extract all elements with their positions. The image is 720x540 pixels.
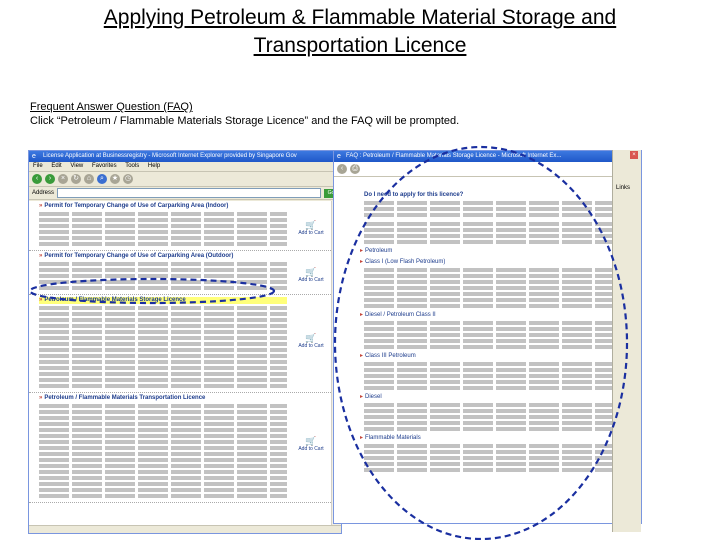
license-list: » Permit for Temporary Change of Use of C…: [29, 201, 331, 525]
back-icon[interactable]: ‹: [337, 164, 347, 174]
cart-icon: 🛒: [305, 267, 317, 278]
slide-title-line1: Applying Petroleum & Flammable Material …: [103, 6, 617, 29]
popup-titlebar: e FAQ : Petroleum / Flammable Materials …: [334, 151, 641, 162]
faq-question: Do I need to apply for this licence?: [364, 192, 464, 198]
refresh-icon[interactable]: ↻: [71, 174, 81, 184]
permit-item: » Permit for Temporary Change of Use of C…: [29, 201, 331, 251]
triangle-icon: ▸: [360, 248, 364, 254]
ie-icon: e: [337, 153, 341, 160]
faq-popup-window: e FAQ : Petroleum / Flammable Materials …: [333, 150, 642, 524]
faq-content: Do I need to apply for this licence? ▸ Pe…: [334, 189, 624, 519]
ie-icon: e: [32, 153, 36, 160]
menu-edit[interactable]: Edit: [51, 163, 61, 169]
cart-icon: 🛒: [305, 435, 317, 446]
menu-tools[interactable]: Tools: [125, 163, 139, 169]
permit-title[interactable]: » Petroleum / Flammable Materials Transpo…: [39, 395, 287, 402]
add-to-cart-button[interactable]: 🛒 Add to Cart: [297, 267, 325, 284]
arrow-icon: »: [39, 395, 43, 401]
browser-toolbar: ‹ › × ↻ ⌂ ⌕ ★ ◷: [29, 172, 341, 187]
browser-titlebar: e License Application at Businessregistr…: [29, 151, 341, 162]
close-icon[interactable]: ×: [630, 151, 638, 159]
background-window-edge: × Links: [612, 150, 641, 532]
address-label: Address: [32, 190, 55, 196]
menu-file[interactable]: File: [33, 163, 43, 169]
menu-help[interactable]: Help: [148, 163, 160, 169]
favorites-icon[interactable]: ★: [110, 174, 120, 184]
triangle-icon: ▸: [360, 259, 364, 265]
address-input[interactable]: [57, 188, 321, 198]
faq-item: ▸ Class I (Low Flash Petroleum): [360, 259, 446, 265]
history-icon[interactable]: ◷: [123, 174, 133, 184]
faq-item: ▸ Flammable Materials: [360, 435, 421, 441]
triangle-icon: ▸: [360, 435, 364, 441]
slide-title-line2: Transportation Licence: [253, 34, 467, 57]
browser-window: e License Application at Businessregistr…: [28, 150, 342, 534]
faq-instruction: Click “Petroleum / Flammable Materials S…: [30, 115, 460, 127]
back-icon[interactable]: ‹: [32, 174, 42, 184]
print-icon[interactable]: ⎙: [350, 164, 360, 174]
cart-icon: 🛒: [305, 219, 317, 230]
permit-title[interactable]: » Permit for Temporary Change of Use of C…: [39, 253, 287, 260]
browser-menubar: File Edit View Favorites Tools Help: [29, 162, 341, 172]
triangle-icon: ▸: [360, 353, 364, 359]
permit-title-storage-link[interactable]: » Petroleum / Flammable Materials Storage…: [39, 297, 287, 304]
add-to-cart-button[interactable]: 🛒 Add to Cart: [297, 219, 325, 236]
search-icon[interactable]: ⌕: [97, 174, 107, 184]
triangle-icon: ▸: [360, 312, 364, 318]
permit-item-storage: » Petroleum / Flammable Materials Storage…: [29, 295, 331, 393]
cart-icon: 🛒: [305, 332, 317, 343]
permit-title[interactable]: » Permit for Temporary Change of Use of C…: [39, 203, 287, 210]
links-label[interactable]: Links: [613, 184, 641, 192]
add-to-cart-button[interactable]: 🛒 Add to Cart: [297, 332, 325, 349]
arrow-icon: »: [39, 203, 43, 209]
faq-item: ▸ Diesel / Petroleum Class II: [360, 312, 436, 318]
triangle-icon: ▸: [360, 394, 364, 400]
slide-title: Applying Petroleum & Flammable Material …: [0, 4, 720, 60]
popup-title: FAQ : Petroleum / Flammable Materials St…: [346, 153, 562, 159]
faq-item: ▸ Petroleum: [360, 248, 393, 254]
forward-icon[interactable]: ›: [45, 174, 55, 184]
menu-favorites[interactable]: Favorites: [92, 163, 117, 169]
popup-toolbar: ‹ ⎙: [334, 162, 641, 177]
stop-icon[interactable]: ×: [58, 174, 68, 184]
faq-note: Frequent Answer Question (FAQ) Click “Pe…: [30, 100, 710, 128]
address-bar: Address Go: [29, 187, 341, 200]
home-icon[interactable]: ⌂: [84, 174, 94, 184]
status-bar: [29, 525, 341, 533]
add-to-cart-button[interactable]: 🛒 Add to Cart: [297, 435, 325, 452]
permit-item: » Permit for Temporary Change of Use of C…: [29, 251, 331, 295]
faq-item: ▸ Diesel: [360, 394, 382, 400]
arrow-icon: »: [39, 253, 43, 259]
faq-item: ▸ Class III Petroleum: [360, 353, 416, 359]
menu-view[interactable]: View: [70, 163, 83, 169]
arrow-icon: »: [39, 297, 43, 303]
browser-title: License Application at Businessregistry …: [43, 153, 297, 159]
faq-heading: Frequent Answer Question (FAQ): [30, 101, 193, 113]
permit-item: » Petroleum / Flammable Materials Transpo…: [29, 393, 331, 503]
